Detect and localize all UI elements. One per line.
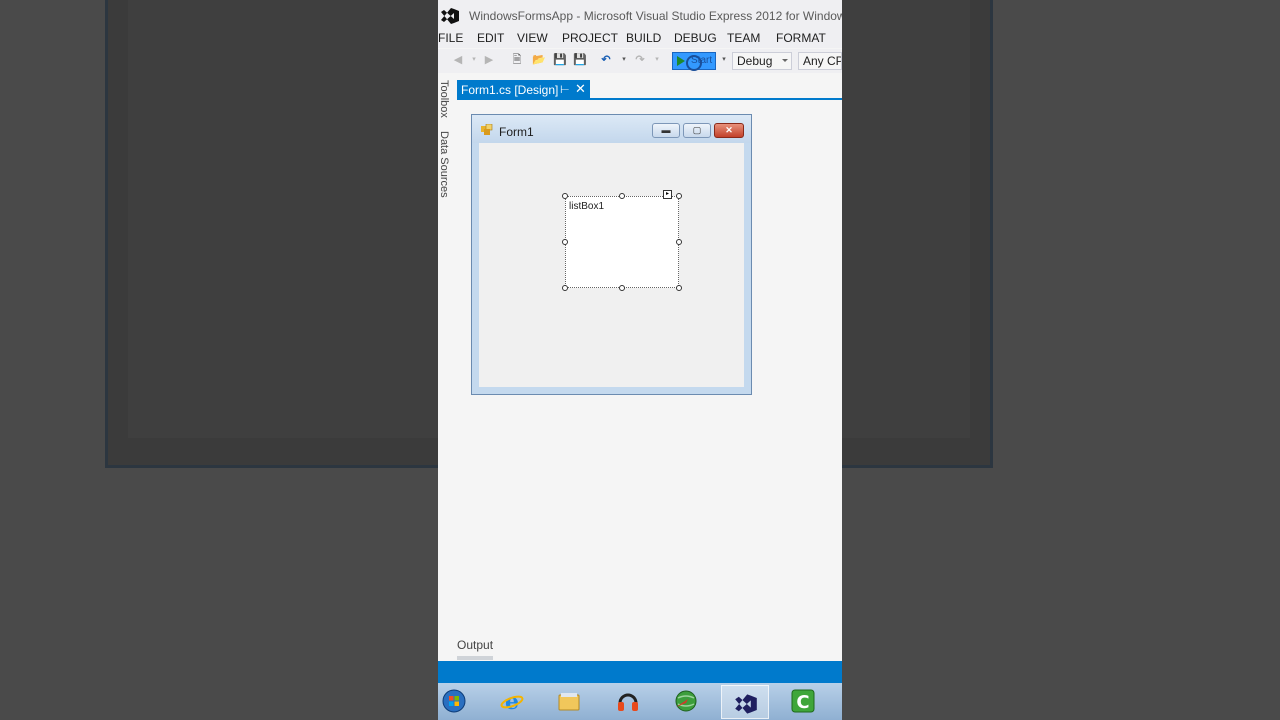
menu-edit[interactable]: EDIT: [477, 31, 504, 45]
menu-format[interactable]: FORMAT: [776, 31, 826, 45]
resize-handle-top-right[interactable]: [676, 193, 682, 199]
resize-handle-bottom[interactable]: [619, 285, 625, 291]
listbox-name: listBox1: [569, 201, 605, 212]
navigate-back-icon[interactable]: ◀: [452, 54, 464, 66]
close-icon[interactable]: ✕: [575, 81, 586, 97]
menu-team[interactable]: TEAM: [727, 31, 760, 45]
headphones-icon: [618, 693, 638, 711]
start-orb-icon[interactable]: [438, 685, 474, 719]
visual-studio-taskbar-icon[interactable]: [721, 685, 769, 719]
resize-handle-bottom-left[interactable]: [562, 285, 568, 291]
form-caption-bar: Form1 ▬ ▢ ✕: [472, 115, 751, 143]
svg-text:C: C: [796, 692, 809, 713]
resize-handle-top[interactable]: [619, 193, 625, 199]
undo-dropdown-icon[interactable]: ▾: [618, 54, 630, 66]
redo-dropdown-icon[interactable]: ▾: [651, 54, 663, 66]
file-explorer-icon[interactable]: [549, 685, 589, 719]
form-icon: [481, 124, 493, 135]
camtasia-icon[interactable]: C: [783, 685, 823, 719]
visual-studio-logo-icon: [441, 8, 459, 24]
standard-toolbar: ◀ ▾ ▶ 🗎 📂 💾 💾 ↶ ▾ ↷ ▾ Start ▾ Debug Any …: [438, 49, 842, 73]
menu-view[interactable]: VIEW: [517, 31, 548, 45]
resize-handle-left[interactable]: [562, 239, 568, 245]
close-icon[interactable]: ✕: [714, 123, 744, 138]
play-icon: [677, 56, 685, 66]
tab-label: Form1.cs [Design]: [461, 83, 559, 97]
windows-taskbar: e C: [438, 683, 842, 720]
status-bar: [438, 661, 842, 683]
open-file-icon[interactable]: 📂: [532, 54, 546, 66]
redo-icon[interactable]: ↷: [634, 54, 646, 66]
menu-file[interactable]: FILE: [438, 31, 463, 45]
folder-icon: [558, 693, 580, 711]
visual-studio-icon: [735, 694, 757, 714]
network-globe-icon[interactable]: [666, 685, 706, 719]
menu-project[interactable]: PROJECT: [562, 31, 618, 45]
resize-handle-bottom-right[interactable]: [676, 285, 682, 291]
toolbox-tab[interactable]: Toolbox: [438, 80, 450, 118]
windows-logo-icon: [442, 689, 466, 713]
platform-value: Any CPU: [803, 54, 841, 68]
undo-icon[interactable]: ↶: [600, 54, 612, 66]
maximize-icon[interactable]: ▢: [683, 123, 711, 138]
start-dropdown-icon[interactable]: ▾: [718, 54, 730, 66]
menu-debug[interactable]: DEBUG: [674, 31, 717, 45]
start-debugging-button[interactable]: Start: [672, 52, 716, 71]
menu-build[interactable]: BUILD: [626, 31, 661, 45]
new-project-icon[interactable]: 🗎: [511, 54, 523, 66]
resize-handle-right[interactable]: [676, 239, 682, 245]
form1-designer-window[interactable]: Form1 ▬ ▢ ✕ listBox1 ▸: [471, 114, 752, 395]
globe-icon: [675, 690, 697, 712]
camtasia-logo-icon: C: [791, 689, 815, 713]
output-tab-underline: [457, 656, 493, 660]
save-all-icon[interactable]: 💾: [573, 54, 587, 66]
title-bar: WindowsFormsApp - Microsoft Visual Studi…: [438, 0, 842, 30]
listbox1-control[interactable]: listBox1: [565, 196, 679, 288]
media-player-icon[interactable]: [608, 685, 648, 719]
svg-text:e: e: [505, 689, 519, 713]
visual-studio-screen: WindowsFormsApp - Microsoft Visual Studi…: [438, 0, 842, 720]
menu-bar: FILE EDIT VIEW PROJECT BUILD DEBUG TEAM …: [438, 30, 842, 48]
mouse-cursor-highlight-icon: [686, 55, 702, 71]
configuration-value: Debug: [737, 54, 773, 68]
form-client-area[interactable]: listBox1 ▸: [479, 143, 744, 387]
solution-configuration-select[interactable]: Debug: [732, 52, 792, 70]
solution-platform-select[interactable]: Any CPU: [798, 52, 842, 70]
save-icon[interactable]: 💾: [553, 54, 567, 66]
window-title: WindowsFormsApp - Microsoft Visual Studi…: [469, 9, 842, 23]
back-dropdown-icon[interactable]: ▾: [468, 54, 480, 66]
smart-tag-icon[interactable]: ▸: [663, 190, 672, 199]
chevron-down-icon: [782, 59, 788, 62]
internet-explorer-icon[interactable]: e: [492, 685, 532, 719]
tab-form1-design[interactable]: Form1.cs [Design] ⊢ ✕: [457, 80, 590, 99]
resize-handle-top-left[interactable]: [562, 193, 568, 199]
navigate-forward-icon[interactable]: ▶: [483, 54, 495, 66]
output-tab[interactable]: Output: [457, 638, 493, 652]
form-title: Form1: [499, 125, 534, 139]
minimize-icon[interactable]: ▬: [652, 123, 680, 138]
ie-logo-icon: e: [500, 689, 524, 713]
pin-icon[interactable]: ⊢: [560, 83, 570, 96]
data-sources-tab[interactable]: Data Sources: [438, 131, 450, 198]
